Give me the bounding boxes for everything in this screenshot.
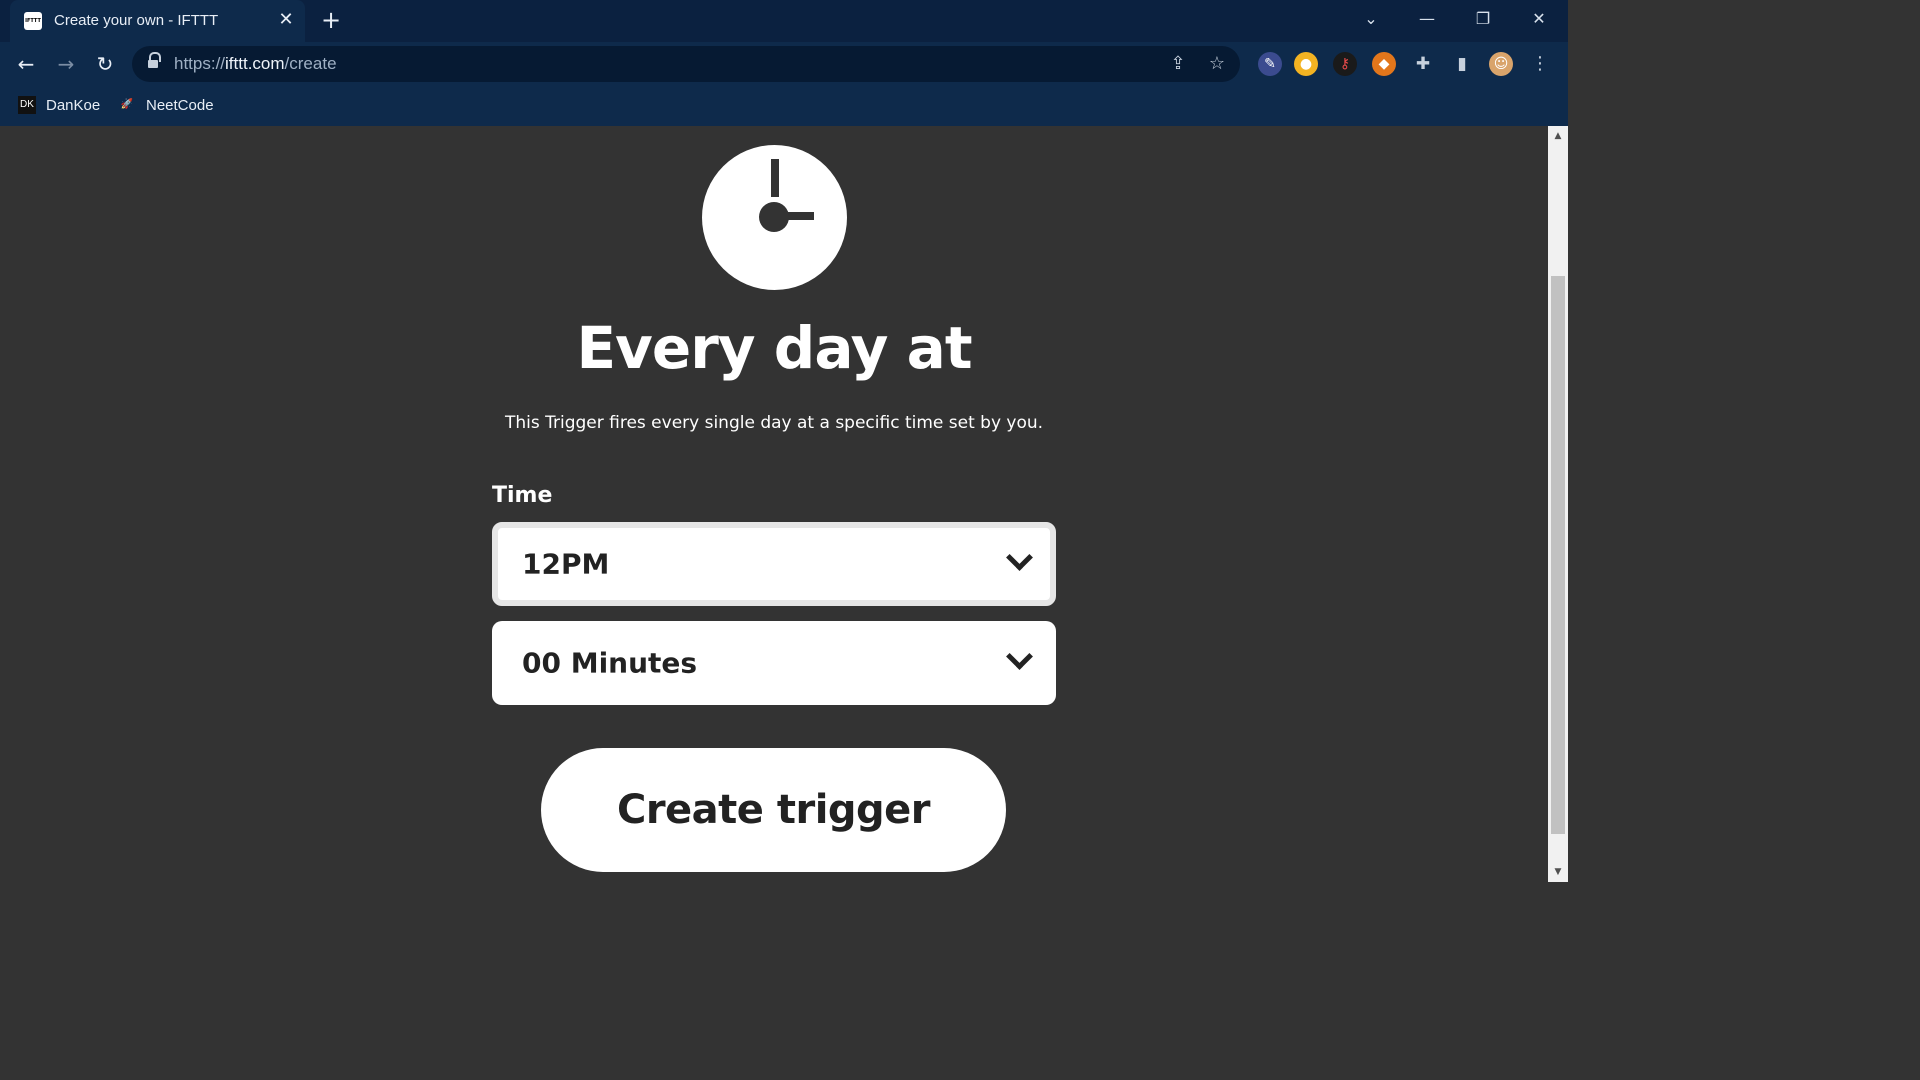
metamask-fox-icon[interactable]: ◆ — [1372, 52, 1396, 76]
minute-select[interactable]: 00 Minutes — [492, 621, 1056, 705]
bookmark-neetcode[interactable]: 🚀 NeetCode — [118, 94, 214, 116]
extension-chrome-color-icon[interactable]: ● — [1294, 52, 1318, 76]
minimize-icon[interactable]: — — [1412, 6, 1442, 32]
clock-hub — [759, 202, 789, 232]
page-scrollbar[interactable]: ▲ ▼ — [1548, 126, 1568, 882]
time-label: Time — [492, 483, 553, 508]
bookmark-label: DanKoe — [46, 96, 101, 114]
bookmarks-bar: DK DanKoe 🚀 NeetCode — [0, 86, 1568, 126]
page-content: Every day at This Trigger fires every si… — [0, 126, 1548, 882]
new-tab-icon[interactable]: + — [318, 8, 344, 34]
tab-strip: IFTTT Create your own - IFTTT ✕ + ⌄ — ❐ … — [0, 0, 1568, 42]
chevron-down-icon — [1008, 552, 1030, 574]
lock-icon — [148, 52, 161, 69]
bookmark-star-icon[interactable]: ☆ — [1205, 52, 1229, 76]
forward-arrow-icon[interactable]: → — [52, 50, 80, 78]
extensions-puzzle-icon[interactable]: ✚ — [1411, 52, 1435, 76]
extension-pen-icon[interactable]: ✎ — [1258, 52, 1282, 76]
menu-kebab-icon[interactable]: ⋮ — [1528, 52, 1552, 76]
create-trigger-button[interactable]: Create trigger — [541, 748, 1006, 872]
bookmark-label: NeetCode — [146, 96, 214, 114]
tab-title: Create your own - IFTTT — [54, 12, 219, 29]
window-close-icon[interactable]: ✕ — [1524, 6, 1554, 32]
restore-icon[interactable]: ❐ — [1468, 6, 1498, 32]
tab-close-icon[interactable]: ✕ — [274, 8, 298, 32]
ifttt-favicon-icon: IFTTT — [24, 12, 42, 30]
share-icon[interactable]: ⇪ — [1166, 52, 1190, 76]
scroll-down-arrow-icon[interactable]: ▼ — [1552, 866, 1564, 878]
url-text: https://ifttt.com/create — [174, 54, 337, 73]
page-title: Every day at — [576, 314, 972, 382]
back-arrow-icon[interactable]: ← — [12, 50, 40, 78]
chevron-down-icon — [1008, 651, 1030, 673]
clock-icon — [702, 145, 847, 290]
scroll-thumb[interactable] — [1551, 276, 1565, 834]
minute-select-value: 00 Minutes — [522, 646, 698, 680]
side-panel-icon[interactable]: ▮ — [1450, 52, 1474, 76]
bookmark-dankoe[interactable]: DK DanKoe — [18, 94, 100, 116]
extension-key-icon[interactable]: ⚷ — [1333, 52, 1357, 76]
browser-chrome: IFTTT Create your own - IFTTT ✕ + ⌄ — ❐ … — [0, 0, 1568, 126]
address-bar[interactable]: https://ifttt.com/create ⇪ ☆ — [132, 46, 1240, 82]
tab-search-chevron-icon[interactable]: ⌄ — [1356, 6, 1386, 32]
neetcode-rocket-icon: 🚀 — [120, 99, 134, 110]
hour-select-value: 12PM — [522, 547, 610, 581]
hour-select[interactable]: 12PM — [492, 522, 1056, 606]
browser-toolbar: ← → ↻ https://ifttt.com/create ⇪ ☆ ✎ ● ⚷… — [0, 42, 1568, 86]
clock-hour-hand — [771, 159, 779, 197]
reload-icon[interactable]: ↻ — [91, 50, 119, 78]
dankoe-logo-icon: DK — [18, 96, 36, 114]
browser-tab[interactable]: IFTTT Create your own - IFTTT ✕ — [10, 0, 305, 42]
trigger-description: This Trigger fires every single day at a… — [504, 413, 1044, 433]
profile-avatar[interactable]: ☺ — [1489, 52, 1513, 76]
scroll-up-arrow-icon[interactable]: ▲ — [1552, 130, 1564, 142]
